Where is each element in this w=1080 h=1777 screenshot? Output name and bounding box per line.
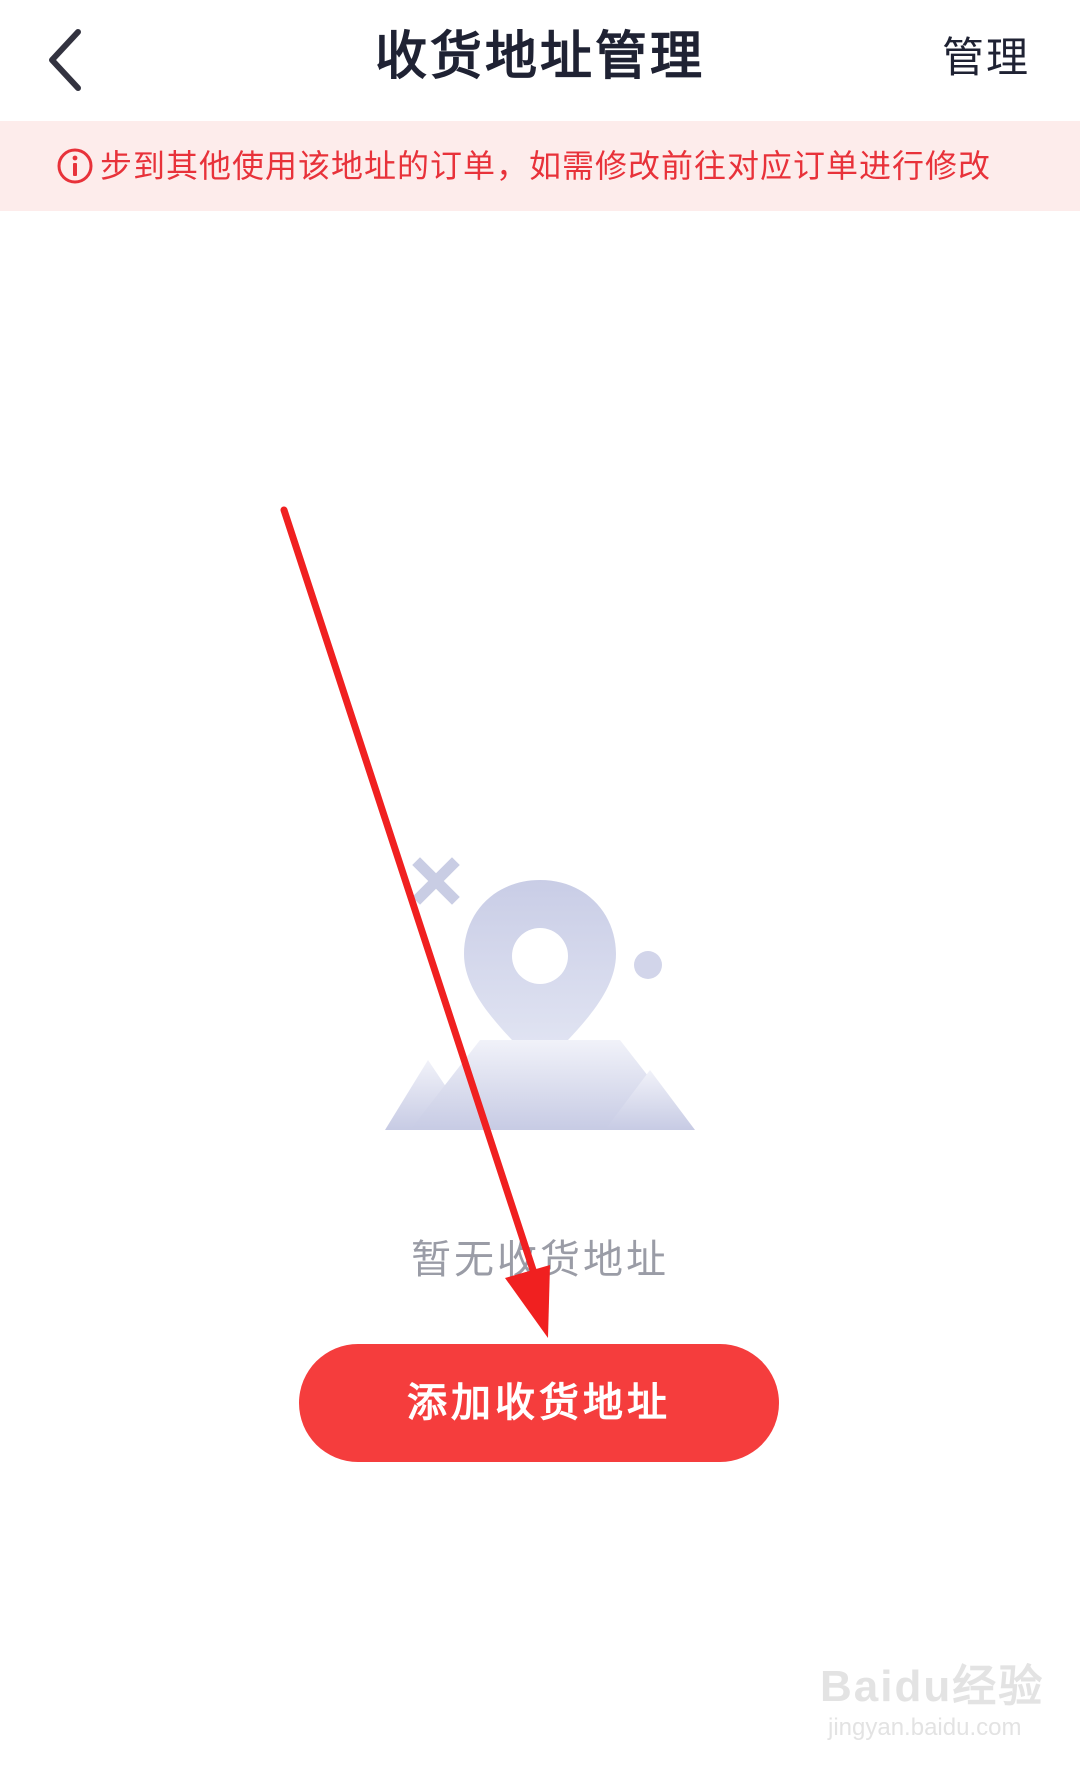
empty-address-illustration [385, 857, 695, 1130]
add-address-button[interactable]: 添加收货地址 [299, 1344, 779, 1462]
info-icon [57, 148, 93, 184]
empty-state-text: 暂无收货地址 [411, 1237, 669, 1283]
watermark-url: jingyan.baidu.com [828, 1714, 1022, 1741]
manage-button[interactable]: 管理 [942, 26, 1030, 90]
dot-decoration [634, 951, 662, 979]
notice-banner: 步到其他使用该地址的订单，如需修改前往对应订单进行修改 [0, 121, 1080, 211]
watermark: Baidu经验 jingyan.baidu.com [820, 1650, 1060, 1760]
notice-text: 步到其他使用该地址的订单，如需修改前往对应订单进行修改 [100, 147, 992, 185]
top-navigation-bar: 收货地址管理 管理 [0, 0, 1080, 120]
cross-mark-icon [412, 857, 460, 905]
page-title: 收货地址管理 [374, 27, 705, 87]
watermark-logo: Baidu经验 [820, 1662, 1045, 1711]
